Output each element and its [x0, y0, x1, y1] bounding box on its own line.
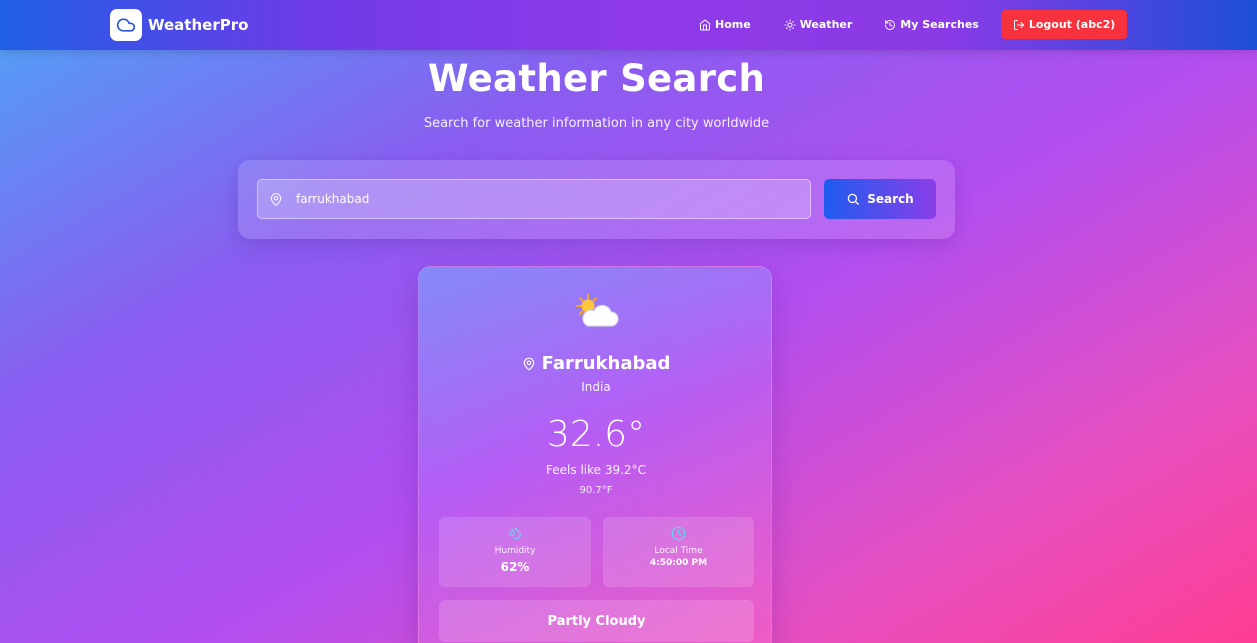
weather-card: Farrukhabad India 32.6° Feels like 39.2°…: [418, 266, 772, 643]
partly-cloudy-icon: [573, 293, 619, 333]
droplets-icon: [439, 526, 591, 540]
search-input[interactable]: [296, 180, 796, 218]
brand-name: WeatherPro: [148, 16, 249, 34]
nav-home-label: Home: [715, 18, 751, 31]
local-time-label: Local Time: [654, 546, 703, 556]
local-time-stat: Local Time 4:50:00 PM: [603, 517, 754, 587]
nav-home-link[interactable]: Home: [699, 18, 751, 31]
country-name: India: [581, 380, 611, 394]
home-icon: [700, 19, 710, 30]
humidity-value: 62%: [500, 560, 530, 574]
history-icon: [885, 19, 896, 30]
temperature-fahrenheit: 90.7°F: [579, 485, 613, 496]
map-pin-icon: [523, 357, 534, 370]
map-pin-icon: [269, 192, 283, 211]
nav-links: Home Weather My Searches Logout (abc2): [699, 10, 1128, 39]
sun-icon: [784, 19, 796, 30]
page-title: Weather Search: [427, 57, 766, 100]
nav-my-searches-link[interactable]: My Searches: [884, 18, 979, 31]
nav-my-searches-label: My Searches: [900, 18, 979, 31]
humidity-label: Humidity: [494, 546, 536, 556]
search-icon: [847, 193, 860, 205]
brand[interactable]: WeatherPro: [110, 9, 248, 41]
cloud-logo-icon: [110, 9, 142, 41]
nav-weather-link[interactable]: Weather: [784, 18, 853, 31]
logout-icon: [1013, 19, 1024, 30]
humidity-stat: Humidity 62%: [439, 517, 591, 587]
city-row: Farrukhabad: [419, 353, 773, 374]
local-time-value: 4:50:00 PM: [649, 558, 708, 568]
search-button-label: Search: [867, 192, 914, 206]
search-button[interactable]: Search: [824, 179, 936, 219]
search-panel: Search: [238, 160, 955, 239]
page-subtitle: Search for weather information in any ci…: [423, 116, 770, 131]
navbar: WeatherPro Home Weather My Searches Logo…: [0, 0, 1257, 50]
nav-weather-label: Weather: [799, 18, 853, 31]
weather-condition: Partly Cloudy: [439, 600, 754, 642]
feels-like: Feels like 39.2°C: [546, 463, 646, 477]
temperature: 32.6°: [546, 414, 646, 455]
search-field: [257, 179, 811, 219]
clock-icon: [603, 526, 754, 541]
logout-button[interactable]: Logout (abc2): [1000, 10, 1128, 39]
city-name: Farrukhabad: [541, 353, 671, 374]
logout-label: Logout (abc2): [1028, 18, 1116, 31]
